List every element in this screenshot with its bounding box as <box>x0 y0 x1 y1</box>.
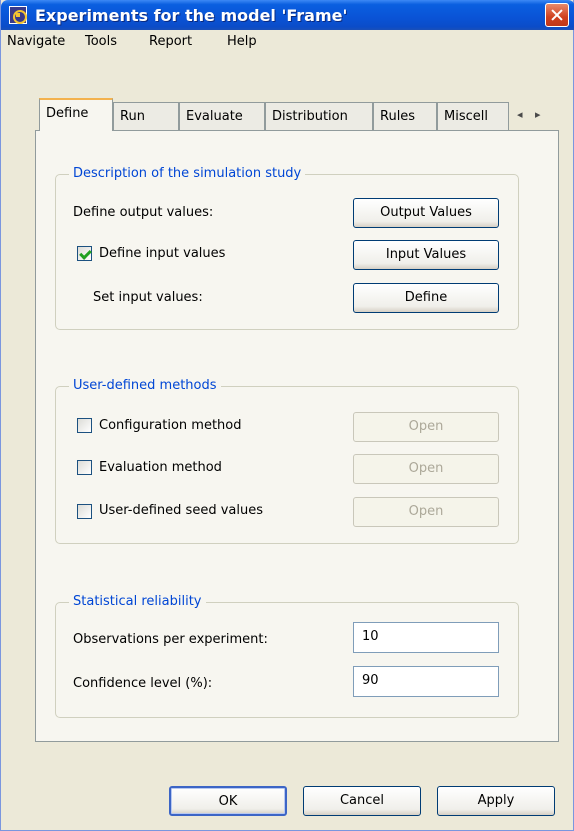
output-values-button[interactable]: Output Values <box>353 198 499 228</box>
reliability-group-title: Statistical reliability <box>69 594 206 609</box>
description-group-title: Description of the simulation study <box>69 166 306 181</box>
set-input-label: Set input values: <box>93 290 203 305</box>
seed-values-open-button[interactable]: Open <box>353 497 499 527</box>
seed-values-checkbox[interactable] <box>77 504 92 519</box>
define-input-label: Define input values <box>99 246 226 261</box>
configuration-method-checkbox[interactable] <box>77 418 92 433</box>
menu-report[interactable]: Report <box>149 34 192 49</box>
tab-distribution[interactable]: Distribution <box>265 102 373 130</box>
title-bar[interactable]: Experiments for the model 'Frame' <box>1 0 574 30</box>
configuration-method-label: Configuration method <box>99 418 242 433</box>
ok-button[interactable]: OK <box>169 786 287 816</box>
menu-help[interactable]: Help <box>227 34 257 49</box>
evaluation-method-label: Evaluation method <box>99 460 222 475</box>
tab-scroll: ◂ ▸ <box>511 108 551 126</box>
output-values-label: Define output values: <box>73 205 214 220</box>
apply-button[interactable]: Apply <box>437 786 555 816</box>
tab-rules[interactable]: Rules <box>373 102 437 130</box>
configuration-open-button[interactable]: Open <box>353 412 499 442</box>
methods-group-title: User-defined methods <box>69 378 221 393</box>
confidence-label: Confidence level (%): <box>73 676 213 691</box>
menu-bar: Navigate Tools Report Help <box>1 30 573 54</box>
tab-scroll-left-icon[interactable]: ◂ <box>517 108 523 121</box>
define-button[interactable]: Define <box>353 283 499 313</box>
seed-values-label: User-defined seed values <box>99 503 263 518</box>
input-values-button[interactable]: Input Values <box>353 240 499 270</box>
observations-input[interactable]: 10 <box>353 622 499 653</box>
window-title: Experiments for the model 'Frame' <box>35 6 348 25</box>
confidence-input[interactable]: 90 <box>353 666 499 697</box>
tab-miscellaneous[interactable]: Miscell <box>437 102 509 130</box>
close-button[interactable] <box>545 3 569 27</box>
evaluation-open-button[interactable]: Open <box>353 454 499 484</box>
menu-tools[interactable]: Tools <box>85 34 117 49</box>
observations-label: Observations per experiment: <box>73 632 268 647</box>
tab-evaluate[interactable]: Evaluate <box>179 102 265 130</box>
define-input-checkbox[interactable] <box>77 246 92 261</box>
app-icon <box>9 6 27 24</box>
cancel-button[interactable]: Cancel <box>303 786 421 816</box>
tab-scroll-right-icon[interactable]: ▸ <box>535 108 541 121</box>
menu-navigate[interactable]: Navigate <box>7 34 65 49</box>
tab-define[interactable]: Define <box>39 98 113 131</box>
experiments-window: Experiments for the model 'Frame' Naviga… <box>0 0 574 831</box>
evaluation-method-checkbox[interactable] <box>77 460 92 475</box>
tab-run[interactable]: Run <box>113 102 179 130</box>
reliability-group <box>55 602 519 718</box>
